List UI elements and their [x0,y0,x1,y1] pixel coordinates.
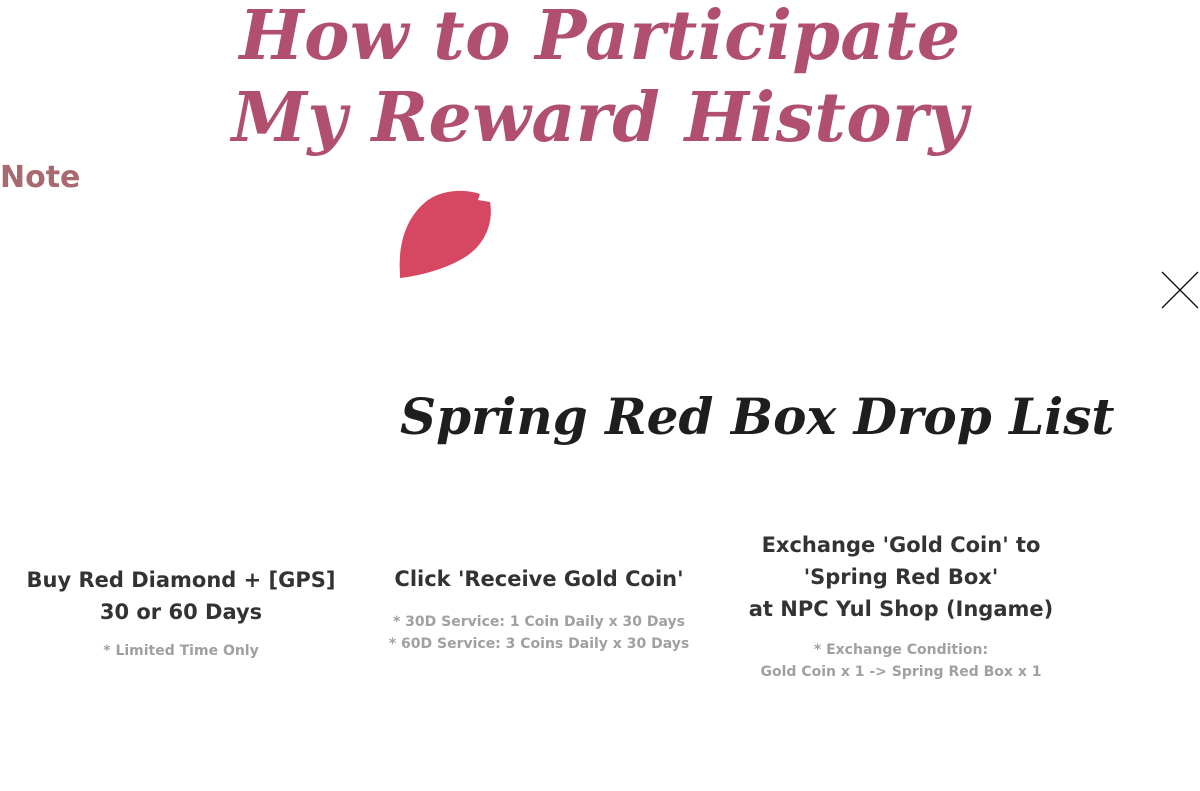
step-buy-red-diamond: Buy Red Diamond + [GPS] 30 or 60 Days * … [20,564,342,662]
step-note: * Limited Time Only [103,643,259,659]
step-note: * Exchange Condition: Gold Coin x 1 -> S… [760,642,1042,680]
step-exchange-gold-coin: Exchange 'Gold Coin' to 'Spring Red Box'… [740,529,1062,683]
drop-list-title: Spring Red Box Drop List [400,386,1115,446]
page-title-how-to-participate: How to Participate [239,0,961,76]
close-icon [1161,271,1199,309]
step-note: * 30D Service: 1 Coin Daily x 30 Days * … [388,614,690,652]
step-title: Exchange 'Gold Coin' to 'Spring Red Box'… [748,533,1054,621]
step-title: Buy Red Diamond + [GPS] 30 or 60 Days [26,568,336,624]
step-receive-gold-coin: Click 'Receive Gold Coin' * 30D Service:… [380,563,698,655]
step-title: Click 'Receive Gold Coin' [394,567,684,591]
page-title-my-reward-history[interactable]: My Reward History [0,78,1200,158]
note-tab-label[interactable]: Note [0,160,80,196]
petal-icon [399,190,491,278]
close-button[interactable] [1158,268,1200,310]
